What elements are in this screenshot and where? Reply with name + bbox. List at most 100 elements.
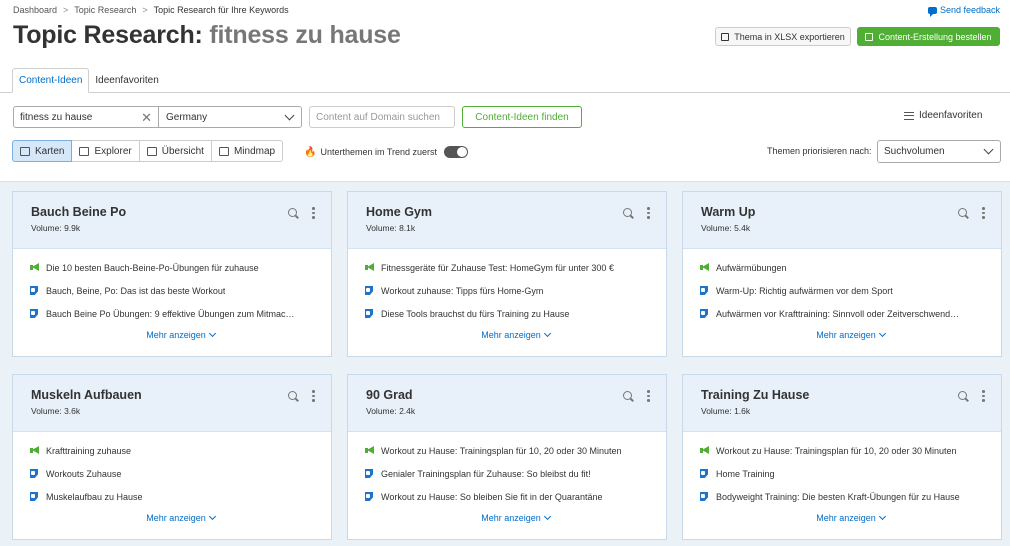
clear-icon[interactable]: ✕ bbox=[141, 110, 152, 126]
keyword-input-value: fitness zu hause bbox=[20, 111, 93, 123]
more-options-icon[interactable] bbox=[982, 207, 985, 219]
export-xlsx-button[interactable]: Thema in XLSX exportieren bbox=[715, 27, 851, 46]
topic-card-headline[interactable]: Aufwärmen vor Krafttraining: Sinnvoll od… bbox=[700, 302, 1001, 325]
tab-content-ideas[interactable]: Content-Ideen bbox=[12, 68, 90, 93]
question-icon bbox=[700, 492, 709, 501]
send-feedback-link[interactable]: Send feedback bbox=[927, 5, 1000, 17]
show-more-link[interactable]: Mehr anzeigen bbox=[30, 512, 331, 523]
megaphone-icon bbox=[365, 446, 374, 455]
question-icon bbox=[700, 286, 709, 295]
question-icon bbox=[700, 309, 709, 318]
search-icon[interactable] bbox=[288, 391, 297, 400]
headline-text: Diese Tools brauchst du fürs Training zu… bbox=[381, 308, 570, 319]
search-icon[interactable] bbox=[288, 208, 297, 217]
topic-card-title[interactable]: Training Zu Hause bbox=[701, 388, 1001, 402]
show-more-link[interactable]: Mehr anzeigen bbox=[700, 512, 1001, 523]
topic-card-headline[interactable]: Bodyweight Training: Die besten Kraft-Üb… bbox=[700, 485, 1001, 508]
headline-text: Workouts Zuhause bbox=[46, 468, 122, 479]
page-title-keyword: fitness zu hause bbox=[209, 21, 401, 49]
search-icon[interactable] bbox=[958, 208, 967, 217]
find-content-ideas-button[interactable]: Content-Ideen finden bbox=[462, 106, 582, 128]
topic-card-header: Warm Up Volume: 5.4k bbox=[683, 192, 1001, 249]
topic-card-headline[interactable]: Genialer Trainingsplan für Zuhause: So b… bbox=[365, 462, 666, 485]
megaphone-icon bbox=[365, 263, 374, 272]
table-icon bbox=[79, 146, 90, 156]
topic-card-title[interactable]: Bauch Beine Po bbox=[31, 205, 331, 219]
view-explorer-button[interactable]: Explorer bbox=[71, 140, 140, 162]
view-overview-button[interactable]: Übersicht bbox=[138, 140, 212, 162]
breadcrumb-separator: > bbox=[63, 5, 69, 15]
country-select[interactable]: Germany bbox=[158, 106, 302, 128]
topic-card-volume: Volume: 2.4k bbox=[366, 406, 416, 416]
show-more-link[interactable]: Mehr anzeigen bbox=[30, 329, 331, 340]
more-options-icon[interactable] bbox=[647, 207, 650, 219]
view-overview-label: Übersicht bbox=[161, 145, 204, 157]
topic-card-headline[interactable]: Muskelaufbau zu Hause bbox=[30, 485, 331, 508]
topic-card-headline[interactable]: Workout zuhause: Tipps fürs Home-Gym bbox=[365, 279, 666, 302]
topic-card-headline[interactable]: Warm-Up: Richtig aufwärmen vor dem Sport bbox=[700, 279, 1001, 302]
trending-subtopics-toggle[interactable] bbox=[444, 146, 469, 158]
mindmap-icon bbox=[218, 146, 229, 156]
tab-idea-favorites[interactable]: Ideenfavoriten bbox=[89, 68, 164, 92]
topic-card-headline[interactable]: Workout zu Hause: So bleiben Sie fit in … bbox=[365, 485, 666, 508]
search-icon[interactable] bbox=[623, 391, 632, 400]
topic-card: Bauch Beine Po Volume: 9.9k Die 10 besten … bbox=[12, 191, 332, 357]
more-options-icon[interactable] bbox=[647, 390, 650, 402]
more-options-icon[interactable] bbox=[312, 207, 315, 219]
search-icon[interactable] bbox=[623, 208, 632, 217]
question-icon bbox=[700, 469, 709, 478]
breadcrumb-topic-research[interactable]: Topic Research bbox=[74, 5, 136, 15]
topic-card-headline[interactable]: Workouts Zuhause bbox=[30, 462, 331, 485]
show-more-link[interactable]: Mehr anzeigen bbox=[365, 329, 666, 340]
question-icon bbox=[30, 469, 39, 478]
question-icon bbox=[365, 469, 374, 478]
headline-text: Fitnessgeräte für Zuhause Test: HomeGym … bbox=[381, 262, 614, 273]
keyword-input[interactable]: fitness zu hause ✕ bbox=[13, 106, 159, 128]
topic-card-title[interactable]: Muskeln Aufbauen bbox=[31, 388, 331, 402]
question-icon bbox=[365, 286, 374, 295]
topic-card-headline[interactable]: Fitnessgeräte für Zuhause Test: HomeGym … bbox=[365, 256, 666, 279]
view-mindmap-button[interactable]: Mindmap bbox=[210, 140, 284, 162]
domain-search-input[interactable]: Content auf Domain suchen bbox=[309, 106, 455, 128]
order-content-label: Content-Erstellung bestellen bbox=[878, 31, 992, 42]
topic-card: Muskeln Aufbauen Volume: 3.6k Krafttrainin… bbox=[12, 374, 332, 540]
search-icon[interactable] bbox=[958, 391, 967, 400]
topic-card-headline[interactable]: Die 10 besten Bauch-Beine-Po-Übungen für… bbox=[30, 256, 331, 279]
headline-text: Bauch Beine Po Übungen: 9 effektive Übun… bbox=[46, 308, 295, 319]
topic-card-volume: Volume: 3.6k bbox=[31, 406, 81, 416]
topic-card-title[interactable]: Warm Up bbox=[701, 205, 1001, 219]
prioritize-select[interactable]: Suchvolumen bbox=[877, 140, 1001, 163]
country-select-value: Germany bbox=[166, 111, 208, 123]
more-options-icon[interactable] bbox=[312, 390, 315, 402]
tab-bar: Content-Ideen Ideenfavoriten bbox=[12, 68, 165, 93]
megaphone-icon bbox=[30, 263, 39, 272]
idea-favorites-link[interactable]: Ideenfavoriten bbox=[904, 110, 982, 121]
headline-text: Aufwärmübungen bbox=[716, 262, 787, 273]
topic-card: Training Zu Hause Volume: 1.6k Workout zu … bbox=[682, 374, 1002, 540]
topic-card-body: Workout zu Hause: Trainingsplan für 10, … bbox=[683, 432, 1001, 523]
chevron-down-icon bbox=[208, 329, 216, 338]
topic-card-headline[interactable]: Diese Tools brauchst du fürs Training zu… bbox=[365, 302, 666, 325]
topic-card-headline[interactable]: Home Training bbox=[700, 462, 1001, 485]
chevron-down-icon bbox=[878, 512, 886, 521]
topic-card-headline[interactable]: Bauch, Beine, Po: Das ist das beste Work… bbox=[30, 279, 331, 302]
order-content-button[interactable]: Content-Erstellung bestellen bbox=[857, 27, 1000, 46]
show-more-label: Mehr anzeigen bbox=[146, 513, 206, 523]
topic-card-headline[interactable]: Workout zu Hause: Trainingsplan für 10, … bbox=[700, 439, 1001, 462]
chevron-down-icon bbox=[543, 329, 551, 338]
topic-card-headline[interactable]: Bauch Beine Po Übungen: 9 effektive Übun… bbox=[30, 302, 331, 325]
topic-card-title[interactable]: Home Gym bbox=[366, 205, 666, 219]
breadcrumb-dashboard[interactable]: Dashboard bbox=[13, 5, 57, 15]
show-more-link[interactable]: Mehr anzeigen bbox=[700, 329, 1001, 340]
topic-card: Home Gym Volume: 8.1k Fitnessgeräte für Zu… bbox=[347, 191, 667, 357]
question-icon bbox=[30, 286, 39, 295]
flame-icon: 🔥 bbox=[304, 146, 317, 158]
topic-card-headline[interactable]: Aufwärmübungen bbox=[700, 256, 1001, 279]
headline-text: Workout zu Hause: So bleiben Sie fit in … bbox=[381, 491, 603, 502]
view-cards-button[interactable]: Karten bbox=[12, 140, 73, 162]
topic-card-headline[interactable]: Krafttraining zuhause bbox=[30, 439, 331, 462]
more-options-icon[interactable] bbox=[982, 390, 985, 402]
topic-card-title[interactable]: 90 Grad bbox=[366, 388, 666, 402]
show-more-link[interactable]: Mehr anzeigen bbox=[365, 512, 666, 523]
topic-card-headline[interactable]: Workout zu Hause: Trainingsplan für 10, … bbox=[365, 439, 666, 462]
